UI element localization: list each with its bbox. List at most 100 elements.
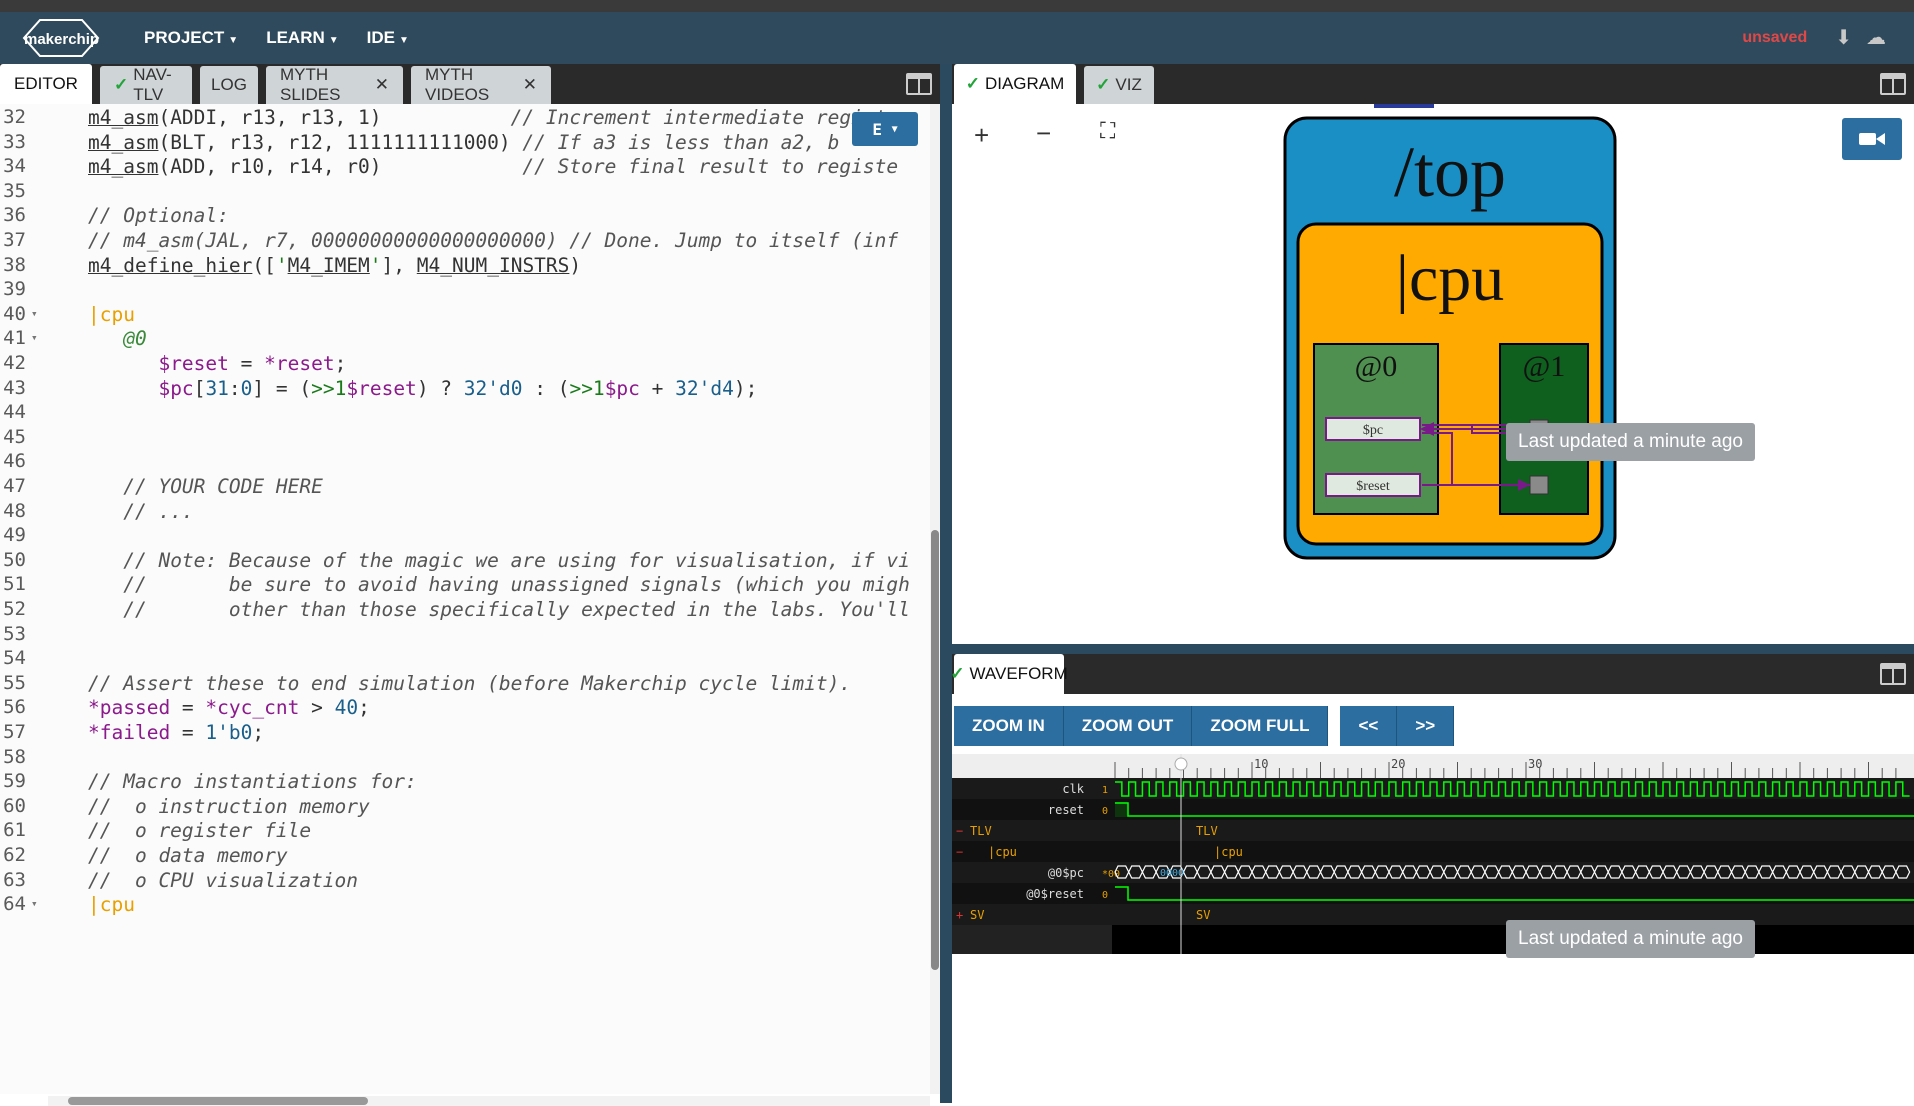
line-number: 35 <box>3 179 26 202</box>
menu-project[interactable]: PROJECT ▼ <box>144 28 238 48</box>
section-name-right: |cpu <box>1214 845 1243 859</box>
section-toggle-icon[interactable]: − <box>956 824 963 838</box>
ruler-tick-label: 20 <box>1391 757 1405 771</box>
scroll-right-button[interactable]: >> <box>1397 706 1455 746</box>
waveform-viewer[interactable]: 10 20 30 clk 1 reset 0− TLV TLV − |cpu |cpu @0$pc *0… <box>952 754 1914 954</box>
diagram-panel: + − ⛶ /top |cpu @0 @1 $pc $reset Last up… <box>952 104 1914 644</box>
line-number: 54 <box>3 647 26 670</box>
line-number: 64 <box>3 893 26 916</box>
line-number: 43 <box>3 376 26 399</box>
scroll-thumb[interactable] <box>931 530 939 970</box>
signal-name[interactable]: reset <box>1048 803 1084 817</box>
signal-pc-label: $pc <box>1363 423 1383 438</box>
waveform-canvas[interactable]: 10 20 30 clk 1reset 0− TLV TLV− |cpu |cpu@0$pc *0… <box>952 754 1914 954</box>
signal-reset-label: $reset <box>1356 479 1390 494</box>
zoom-full-button[interactable]: ZOOM FULL <box>1192 706 1329 746</box>
cursor-handle[interactable] <box>1174 757 1188 771</box>
ruler-tick-label: 30 <box>1528 757 1542 771</box>
menu-learn[interactable]: LEARN ▼ <box>266 28 338 48</box>
download-icon[interactable]: ⬇ <box>1835 25 1852 50</box>
makerchip-logo[interactable]: makerchip <box>22 16 122 60</box>
close-icon[interactable]: ✕ <box>523 75 537 95</box>
close-icon[interactable]: ✕ <box>375 75 389 95</box>
fit-screen-icon[interactable]: ⛶ <box>1100 118 1115 144</box>
signal-value: 1 <box>1102 785 1108 796</box>
tab-myth-slides[interactable]: MYTH SLIDES ✕ <box>266 65 403 104</box>
section-name[interactable]: SV <box>970 908 984 922</box>
tab-nav-tlv[interactable]: ✓ NAV-TLV <box>100 65 192 104</box>
line-number: 46 <box>3 450 26 473</box>
code-text: |cpu <box>88 893 135 917</box>
code-text: m4_asm(ADDI, r13, r13, 1) // Increment i… <box>88 106 887 129</box>
right-pane: ✓ DIAGRAM ✓ VIZ + − ⛶ /top |cpu @0 @1 $pc … <box>950 64 1914 1103</box>
zoom-in-button[interactable]: ZOOM IN <box>954 706 1064 746</box>
top-scope-label: /top <box>1394 132 1506 212</box>
split-pane-icon[interactable] <box>1880 73 1906 95</box>
line-number: 52 <box>3 598 26 620</box>
code-editor[interactable]: 32 m4_asm(ADDI, r13, r13, 1) // Increment… <box>0 104 930 1094</box>
editor-horizontal-scrollbar[interactable] <box>48 1096 930 1106</box>
signal-name[interactable]: @0$pc <box>1048 866 1084 880</box>
code-text: // YOUR CODE HERE <box>123 475 323 498</box>
tab-editor[interactable]: EDITOR <box>0 64 92 104</box>
caret-down-icon: ▼ <box>228 35 239 46</box>
section-toggle-icon[interactable]: + <box>956 908 963 922</box>
menu-ide[interactable]: IDE ▼ <box>367 28 409 48</box>
tab-viz[interactable]: ✓ VIZ <box>1084 66 1154 104</box>
code-text: m4_asm(ADD, r10, r14, r0) // Store final… <box>88 155 899 179</box>
split-pane-icon[interactable] <box>1880 663 1906 685</box>
right-tabbar: ✓ DIAGRAM ✓ VIZ <box>952 64 1914 104</box>
ruler-tick-label: 10 <box>1254 757 1268 771</box>
cloud-upload-icon[interactable]: ☁ <box>1866 25 1886 50</box>
section-name[interactable]: TLV <box>970 824 992 838</box>
section-name[interactable]: |cpu <box>988 845 1017 859</box>
line-number: 61 <box>3 819 26 842</box>
signal-name[interactable]: @0$reset <box>1026 887 1084 901</box>
tab-log[interactable]: LOG <box>200 66 258 104</box>
pane-divider[interactable] <box>940 64 952 1103</box>
code-line[interactable]: 64 ▾ |cpu <box>0 891 930 921</box>
hierarchy-diagram[interactable]: /top |cpu @0 @1 $pc $reset <box>1282 104 1618 564</box>
code-text: // Macro instantiations for: <box>88 770 417 794</box>
split-pane-icon[interactable] <box>906 73 932 95</box>
line-number: 37 <box>3 229 26 251</box>
logo-text: makerchip <box>24 30 100 48</box>
zoom-out-button[interactable]: ZOOM OUT <box>1063 706 1193 746</box>
tab-waveform[interactable]: ✓ WAVEFORM <box>950 654 1068 694</box>
tab-myth-videos[interactable]: MYTH VIDEOS ✕ <box>411 65 551 104</box>
zoom-out-icon[interactable]: − <box>1036 118 1051 149</box>
line-number: 50 <box>3 548 26 571</box>
line-number: 59 <box>3 770 26 793</box>
editor-vertical-scrollbar[interactable] <box>930 104 940 1094</box>
waveform-tabbar: ✓ WAVEFORM <box>950 654 1914 694</box>
line-number: 38 <box>3 253 26 276</box>
signal-row <box>952 820 1914 841</box>
code-text: // o data memory <box>88 844 288 867</box>
code-text: // ... <box>123 499 194 523</box>
signal-name[interactable]: clk <box>1062 782 1084 796</box>
left-tabbar: EDITOR ✓ NAV-TLV LOG MYTH SLIDES ✕ MYTH VI… <box>0 64 940 104</box>
line-number: 49 <box>3 524 26 547</box>
editor-mode-button[interactable]: E ▼ <box>852 112 918 146</box>
camera-button[interactable] <box>1842 118 1902 160</box>
code-text: *failed = 1'b0; <box>88 721 265 744</box>
line-number: 55 <box>3 671 26 694</box>
code-text: // m4_asm(JAL, r7, 00000000000000000000)… <box>88 229 899 252</box>
caret-down-icon: ▼ <box>328 35 339 46</box>
fold-toggle-icon[interactable]: ▾ <box>31 307 38 320</box>
fold-toggle-icon[interactable]: ▾ <box>31 331 38 344</box>
signal-row <box>952 883 1914 904</box>
signal-value: 0 <box>1102 890 1108 901</box>
line-number: 42 <box>3 352 26 374</box>
section-toggle-icon[interactable]: − <box>956 845 963 859</box>
code-text: // Note: Because of the magic we are usi… <box>123 548 910 572</box>
fold-toggle-icon[interactable]: ▾ <box>31 897 38 910</box>
horizontal-divider[interactable] <box>952 644 1914 654</box>
signal-row <box>952 799 1914 820</box>
zoom-in-icon[interactable]: + <box>974 120 989 151</box>
scroll-thumb[interactable] <box>68 1097 368 1105</box>
scroll-left-button[interactable]: << <box>1340 706 1398 746</box>
line-number: 32 <box>3 106 26 128</box>
line-number: 44 <box>3 401 26 424</box>
tab-diagram[interactable]: ✓ DIAGRAM <box>954 64 1076 104</box>
